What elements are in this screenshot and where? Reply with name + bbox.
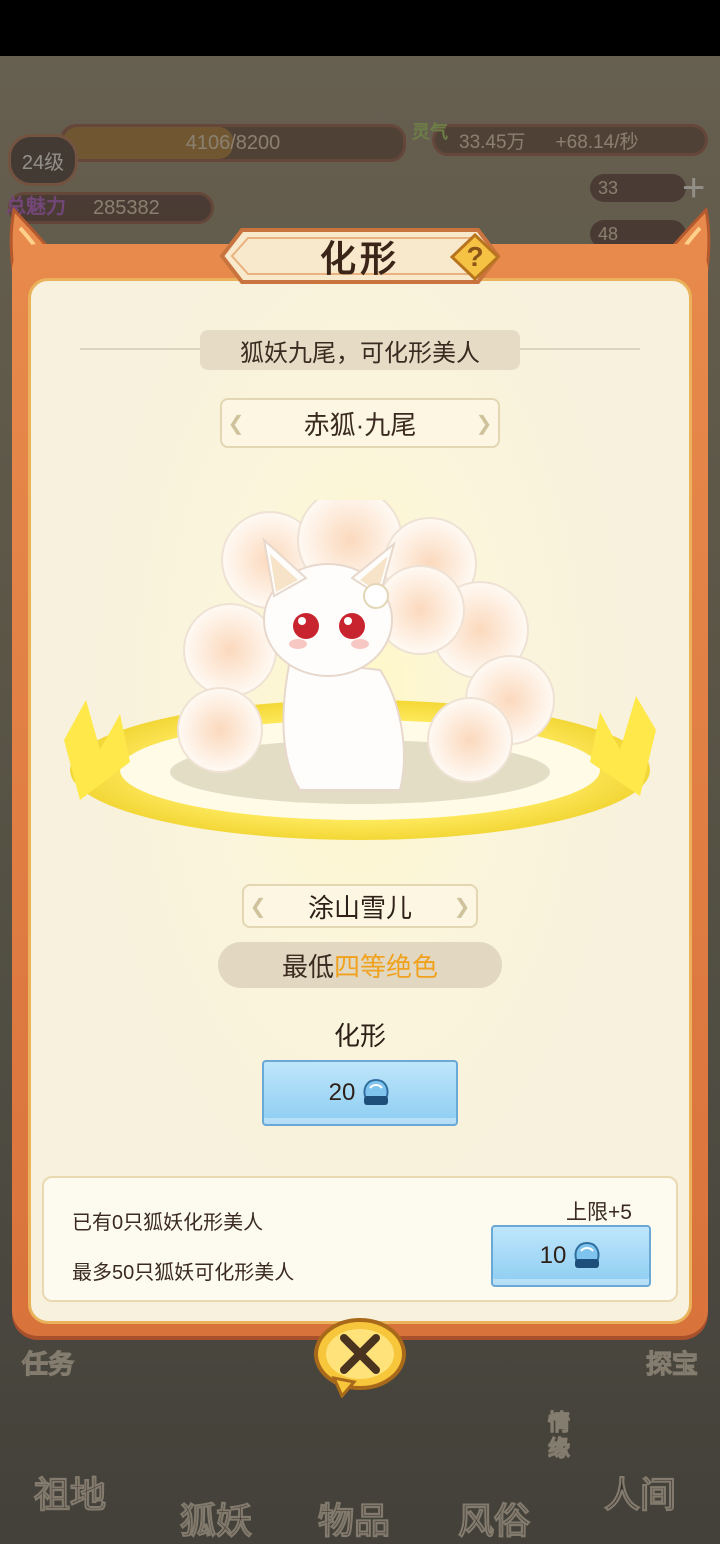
chevron-left-icon: ❮ bbox=[227, 412, 245, 435]
transform-label: 化形 bbox=[333, 1021, 386, 1051]
requirement-pill: 最低 四等绝色 bbox=[218, 942, 502, 988]
xianpin-gem-icon bbox=[574, 1241, 600, 1268]
subtitle: 狐妖九尾，可化形美人 bbox=[200, 330, 520, 370]
xianpin-gem-icon bbox=[363, 1078, 389, 1105]
fox-name-plate: ❮ 赤狐·九尾 ❯ bbox=[220, 398, 500, 448]
increase-limit-button[interactable]: 10 bbox=[491, 1225, 651, 1287]
requirement-prefix: 最低 bbox=[281, 951, 334, 982]
beauty-name: 涂山雪儿 bbox=[307, 892, 412, 923]
max-count-text: 最多50只狐妖可化形美人 bbox=[72, 1262, 295, 1284]
transform-cost: 20 bbox=[328, 1079, 356, 1106]
eye-left bbox=[293, 613, 319, 639]
question-icon[interactable]: ? bbox=[450, 233, 500, 281]
fox-illustration bbox=[64, 500, 656, 840]
chevron-right-icon: ❯ bbox=[475, 412, 493, 435]
limit-label: 上限+5 bbox=[566, 1201, 632, 1224]
chevron-right-icon: ❯ bbox=[453, 895, 471, 918]
chevron-left-icon: ❮ bbox=[249, 895, 267, 918]
eye-left-shine bbox=[298, 617, 306, 625]
eye-right bbox=[339, 613, 365, 639]
transform-button[interactable]: 20 bbox=[262, 1060, 458, 1126]
flower bbox=[363, 583, 389, 609]
beauty-name-plate: ❮ 涂山雪儿 ❯ bbox=[242, 884, 478, 928]
owned-count-text: 已有0只狐妖化形美人 bbox=[72, 1212, 264, 1234]
eye-right-shine bbox=[344, 617, 352, 625]
requirement-grade: 四等绝色 bbox=[334, 951, 439, 982]
limit-cost: 10 bbox=[539, 1242, 567, 1269]
cheek-left bbox=[289, 639, 307, 649]
cheek-right bbox=[351, 639, 369, 649]
close-icon[interactable] bbox=[312, 1316, 408, 1398]
fox-name: 赤狐·九尾 bbox=[303, 409, 417, 440]
